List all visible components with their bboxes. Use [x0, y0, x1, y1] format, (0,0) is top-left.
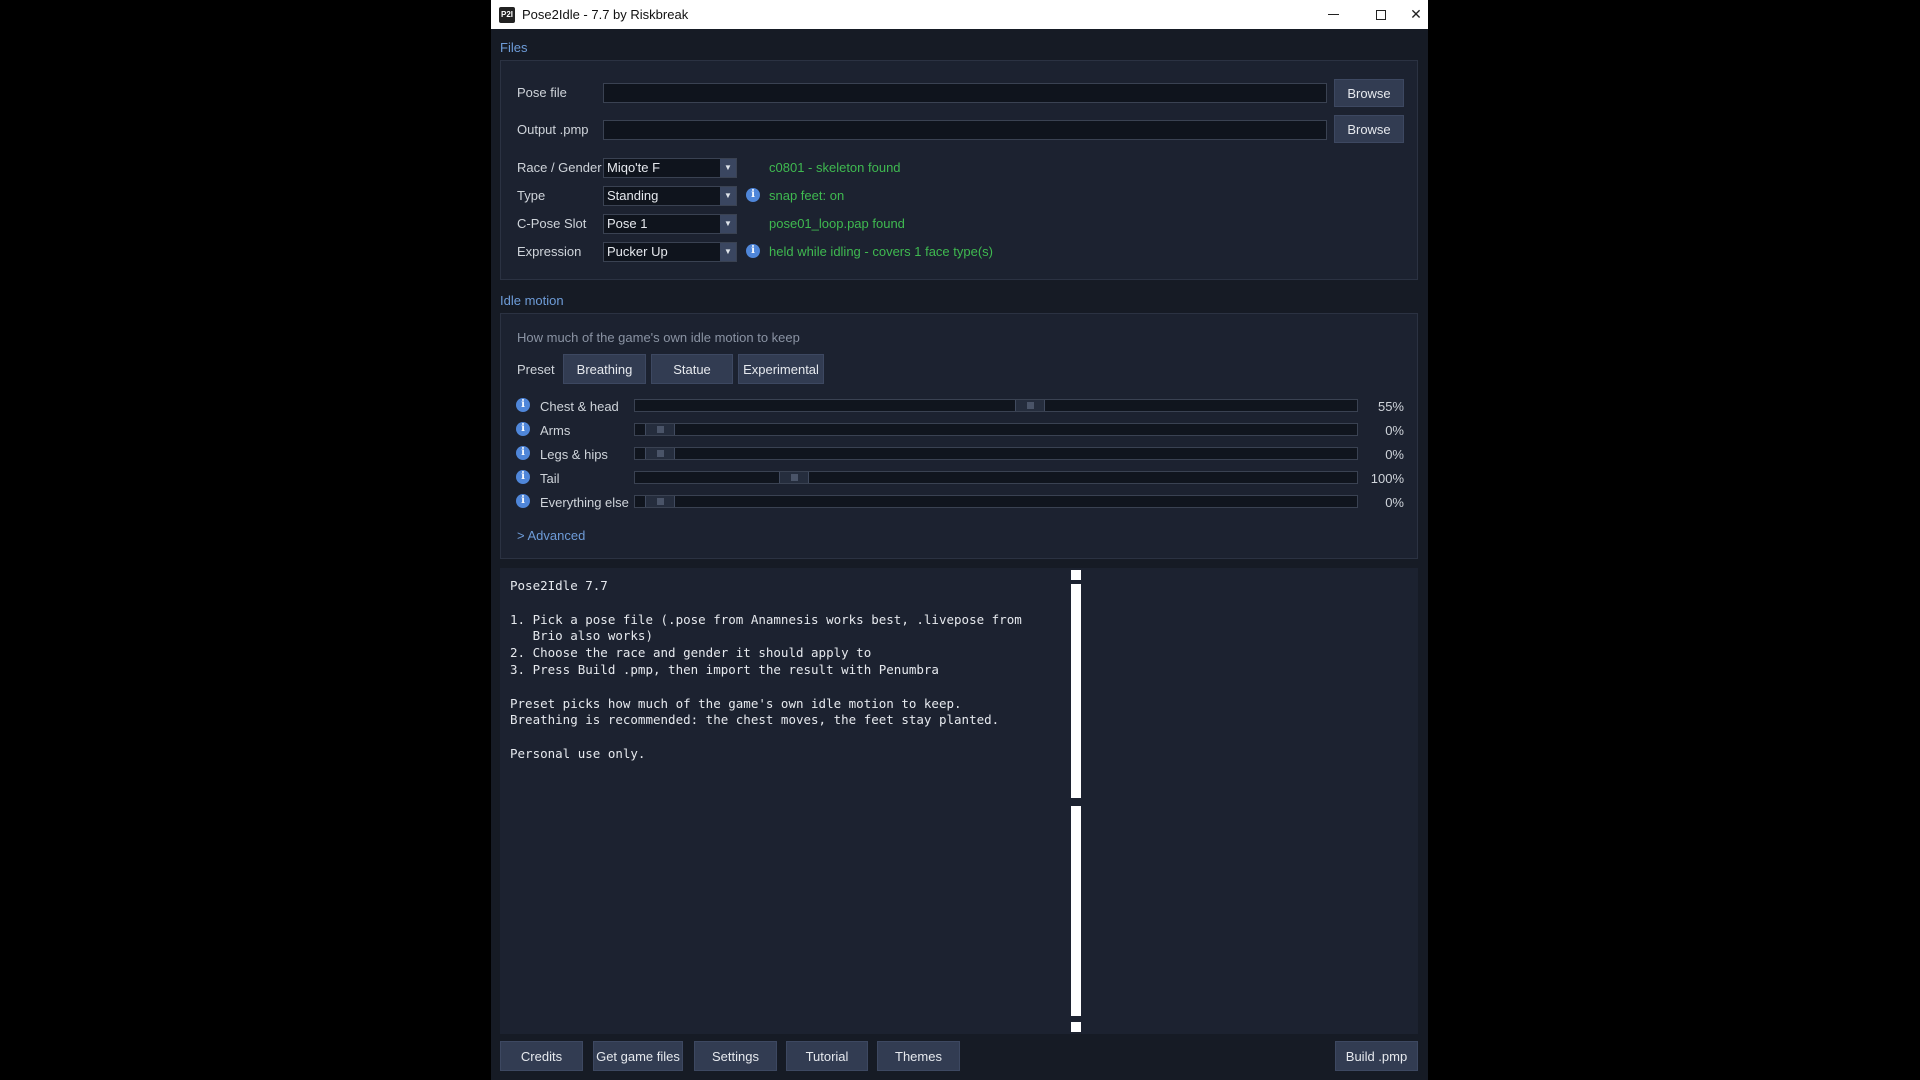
scroll-track-lower[interactable] [1071, 806, 1081, 1016]
type-select-value: Standing [607, 188, 659, 203]
output-label: Output .pmp [517, 122, 589, 137]
cpose-select-value: Pose 1 [607, 216, 648, 231]
slider-value: 100% [1370, 471, 1404, 486]
preset-statue-button[interactable]: Statue [651, 354, 733, 384]
info-icon[interactable]: i [516, 398, 530, 412]
cpose-label: C-Pose Slot [517, 216, 587, 231]
idle-hint: How much of the game's own idle motion t… [517, 330, 800, 345]
output-input[interactable] [603, 120, 1327, 140]
expression-select[interactable]: Pucker Up ▼ [603, 242, 737, 262]
arms-slider[interactable] [634, 423, 1358, 436]
preset-breathing-button[interactable]: Breathing [563, 354, 646, 384]
slider-label: Tail [540, 471, 560, 486]
slider-value: 55% [1377, 399, 1404, 414]
idle-panel [500, 313, 1418, 559]
info-icon[interactable]: i [746, 244, 760, 258]
themes-button[interactable]: Themes [877, 1041, 960, 1071]
expression-status: held while idling - covers 1 face type(s… [769, 244, 993, 259]
preset-experimental-button[interactable]: Experimental [738, 354, 824, 384]
race-select-value: Miqo'te F [607, 160, 661, 175]
maximize-button[interactable] [1357, 0, 1404, 29]
legs-hips-slider[interactable] [634, 447, 1358, 460]
pose-file-label: Pose file [517, 85, 567, 100]
type-label: Type [517, 188, 546, 203]
info-icon[interactable]: i [516, 422, 530, 436]
info-icon[interactable]: i [516, 446, 530, 460]
window-title: Pose2Idle - 7.7 by Riskbreak [522, 7, 689, 22]
chevron-down-icon[interactable]: ▼ [720, 187, 736, 205]
scroll-down-arrow[interactable] [1071, 1022, 1081, 1032]
info-icon[interactable]: i [516, 470, 530, 484]
get-game-files-button[interactable]: Get game files [593, 1041, 683, 1071]
close-button[interactable]: ✕ [1404, 0, 1428, 29]
chest-head-slider[interactable] [634, 399, 1358, 412]
slider-value: 0% [1385, 423, 1404, 438]
app-icon: P2I [499, 6, 515, 23]
log-panel[interactable]: Pose2Idle 7.7 1. Pick a pose file (.pose… [500, 568, 1418, 1034]
cpose-select[interactable]: Pose 1 ▼ [603, 214, 737, 234]
title-bar[interactable]: P2I Pose2Idle - 7.7 by Riskbreak ✕ [491, 0, 1428, 29]
slider-label: Legs & hips [540, 447, 608, 462]
settings-button[interactable]: Settings [694, 1041, 777, 1071]
slider-value: 0% [1385, 447, 1404, 462]
slider-handle[interactable] [645, 448, 675, 459]
credits-button[interactable]: Credits [500, 1041, 583, 1071]
tail-slider[interactable] [634, 471, 1358, 484]
expression-label: Expression [517, 244, 582, 259]
expression-select-value: Pucker Up [607, 244, 668, 259]
cpose-status: pose01_loop.pap found [769, 216, 905, 231]
race-status: c0801 - skeleton found [769, 160, 901, 175]
minimize-icon [1328, 14, 1339, 15]
slider-label: Arms [540, 423, 571, 438]
info-icon[interactable]: i [516, 494, 530, 508]
slider-handle[interactable] [645, 496, 675, 507]
files-section-title: Files [500, 40, 528, 55]
chevron-down-icon[interactable]: ▼ [720, 159, 736, 177]
idle-section-title: Idle motion [500, 293, 564, 308]
minimize-button[interactable] [1310, 0, 1357, 29]
slider-label: Chest & head [540, 399, 619, 414]
everything-else-slider[interactable] [634, 495, 1358, 508]
slider-handle[interactable] [1014, 400, 1045, 411]
pose-file-input[interactable] [603, 83, 1327, 103]
chevron-down-icon[interactable]: ▼ [720, 243, 736, 261]
scroll-thumb[interactable] [1071, 584, 1081, 798]
scroll-up-arrow[interactable] [1071, 570, 1081, 580]
preset-label: Preset [517, 362, 555, 377]
info-icon[interactable]: i [746, 188, 760, 202]
close-icon: ✕ [1410, 6, 1422, 22]
chevron-down-icon[interactable]: ▼ [720, 215, 736, 233]
browse-pose-button[interactable]: Browse [1334, 79, 1404, 107]
slider-label: Everything else [540, 495, 629, 510]
type-status: snap feet: on [769, 188, 845, 203]
slider-handle[interactable] [645, 424, 675, 435]
log-scrollbar[interactable] [1070, 568, 1082, 1034]
browse-output-button[interactable]: Browse [1334, 115, 1404, 143]
race-label: Race / Gender [517, 160, 602, 175]
log-text: Pose2Idle 7.7 1. Pick a pose file (.pose… [510, 578, 1022, 761]
slider-handle[interactable] [779, 472, 810, 483]
maximize-icon [1375, 9, 1386, 20]
tutorial-button[interactable]: Tutorial [786, 1041, 868, 1071]
race-select[interactable]: Miqo'te F ▼ [603, 158, 737, 178]
type-select[interactable]: Standing ▼ [603, 186, 737, 206]
build-pmp-button[interactable]: Build .pmp [1335, 1041, 1418, 1071]
slider-value: 0% [1385, 495, 1404, 510]
advanced-toggle[interactable]: > Advanced [517, 528, 585, 543]
